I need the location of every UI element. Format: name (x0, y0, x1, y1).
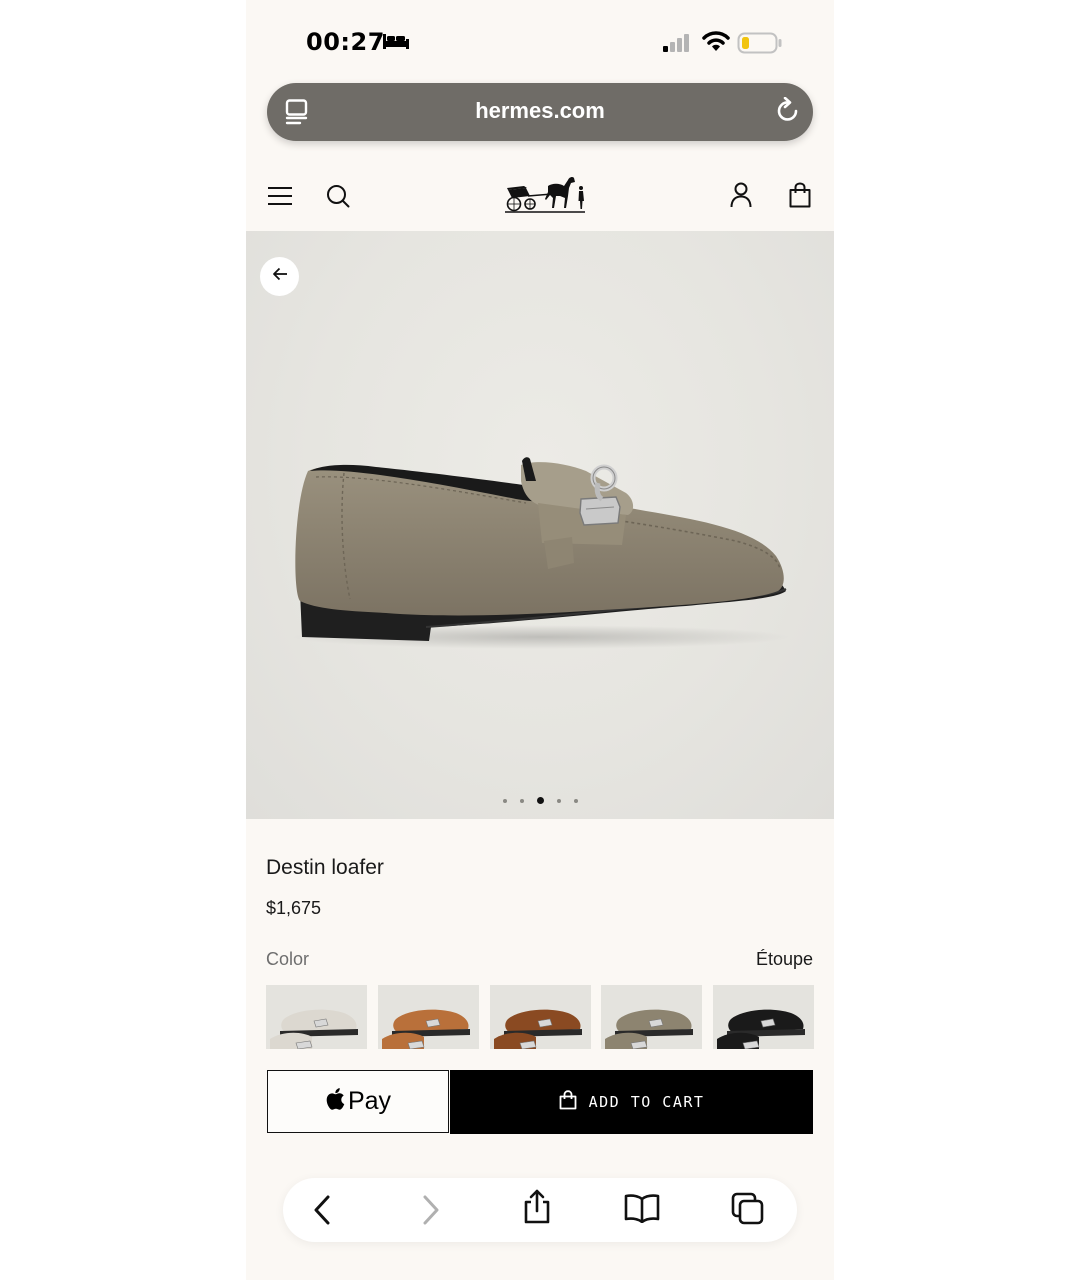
color-label: Color (266, 949, 310, 969)
color-swatch-black-loafer[interactable] (713, 985, 814, 1049)
url-text[interactable]: hermes.com (267, 98, 813, 124)
search-icon[interactable] (326, 184, 350, 213)
apple-pay-button[interactable]: Pay (267, 1070, 449, 1133)
product-price: $1,675 (266, 898, 322, 918)
cellular-signal-icon (662, 33, 692, 58)
apple-logo-icon (325, 1087, 345, 1116)
color-swatches (266, 985, 814, 1049)
selected-color: Étoupe (755, 949, 813, 969)
reload-icon[interactable] (775, 96, 801, 130)
hermes-carriage-logo[interactable] (504, 174, 586, 219)
add-to-cart-label: ADD TO CART (588, 1093, 705, 1111)
back-button[interactable] (260, 257, 299, 296)
arrow-left-icon (272, 267, 288, 286)
product-image-carousel[interactable] (246, 231, 834, 819)
carousel-dot[interactable] (502, 798, 507, 803)
status-bar: 00:27 (246, 0, 834, 84)
book-icon[interactable] (624, 1193, 660, 1228)
hamburger-menu-icon[interactable] (267, 186, 293, 211)
product-image (286, 441, 796, 656)
site-header (246, 160, 834, 230)
carousel-dot[interactable] (519, 798, 524, 803)
add-to-cart-button[interactable]: ADD TO CART (450, 1070, 813, 1134)
battery-low-icon (737, 32, 783, 59)
share-icon[interactable] (522, 1189, 552, 1230)
tabs-icon[interactable] (731, 1192, 765, 1231)
apple-pay-label: Pay (347, 1087, 392, 1115)
phone-screen: 00:27 hermes.com Destin loafer $1,675 Co… (246, 0, 834, 1280)
chevron-left-icon[interactable] (312, 1195, 332, 1230)
product-name: Destin loafer (266, 856, 384, 879)
color-swatch-brown-suede-loafer[interactable] (490, 985, 591, 1049)
color-swatch-etoupe-loafer[interactable] (601, 985, 702, 1049)
color-swatch-white-loafer[interactable] (266, 985, 367, 1049)
carousel-dot[interactable] (573, 798, 578, 803)
color-swatch-tan-loafer[interactable] (378, 985, 479, 1049)
carousel-dot[interactable] (536, 797, 544, 804)
user-icon[interactable] (730, 182, 752, 213)
address-bar[interactable]: hermes.com (267, 83, 813, 141)
bed-icon (382, 31, 410, 56)
chevron-right-icon[interactable] (421, 1195, 441, 1230)
shopping-bag-icon[interactable] (789, 182, 811, 213)
carousel-dots (246, 797, 834, 804)
shopping-bag-icon (559, 1089, 577, 1115)
wifi-icon (702, 30, 730, 57)
status-time: 00:27 (306, 28, 385, 56)
carousel-dot[interactable] (556, 798, 561, 803)
browser-toolbar (283, 1178, 797, 1242)
